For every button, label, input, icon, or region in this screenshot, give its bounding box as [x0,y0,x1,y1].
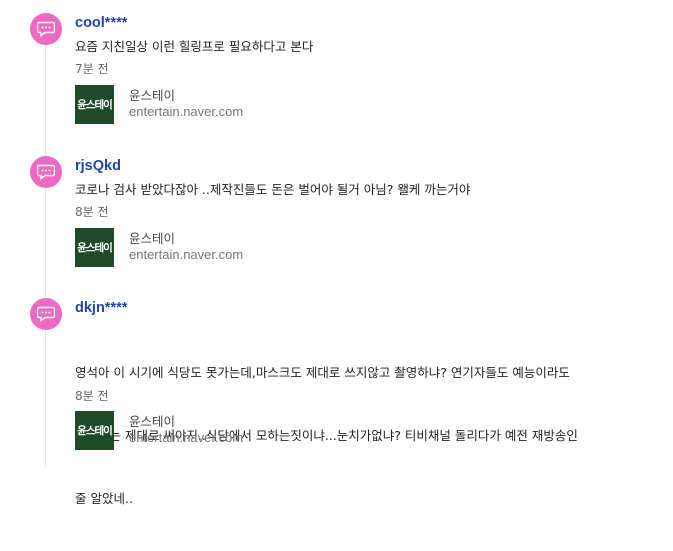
comment-username[interactable]: cool**** [75,15,127,31]
source-link[interactable]: 윤스테이 윤스테이 entertain.naver.com [75,85,325,125]
source-domain: entertain.naver.com [129,430,244,445]
comment-text: 코로나 검사 받았다잖아 ..제작진들도 돈은 벌어야 될거 아님? 왤케 까는… [75,182,471,197]
comment-text: 요즘 지친일상 이런 힐링프로 필요하다고 본다 [75,39,314,54]
chat-bubble-icon [37,306,55,322]
comment-time: 8분 전 [75,205,109,219]
source-name: 윤스테이 [129,231,176,246]
comment-time: 8분 전 [75,389,109,403]
comment-text-line: 영석아 이 시기에 식당도 못가는데,마스크도 제대로 쓰지않고 촬영하냐? 연… [75,365,570,380]
source-domain: entertain.naver.com [129,247,244,262]
avatar[interactable] [30,156,62,188]
avatar[interactable] [30,298,62,330]
source-thumbnail: 윤스테이 [75,411,114,450]
source-thumbnail: 윤스테이 [75,228,114,267]
comment-time: 7분 전 [75,62,109,76]
source-name: 윤스테이 [129,88,176,103]
source-domain: entertain.naver.com [129,104,244,119]
comment-username[interactable]: dkjn**** [75,300,127,316]
thread-line [45,44,46,466]
comment-text-line: 줄 알았네.. [75,491,133,506]
comment-username[interactable]: rjsQkd [75,158,121,174]
chat-bubble-icon [37,21,55,37]
source-link[interactable]: 윤스테이 윤스테이 entertain.naver.com [75,411,325,451]
source-thumbnail: 윤스테이 [75,85,114,124]
avatar[interactable] [30,13,62,45]
chat-bubble-icon [37,164,55,180]
source-name: 윤스테이 [129,414,176,429]
source-link[interactable]: 윤스테이 윤스테이 entertain.naver.com [75,228,325,268]
